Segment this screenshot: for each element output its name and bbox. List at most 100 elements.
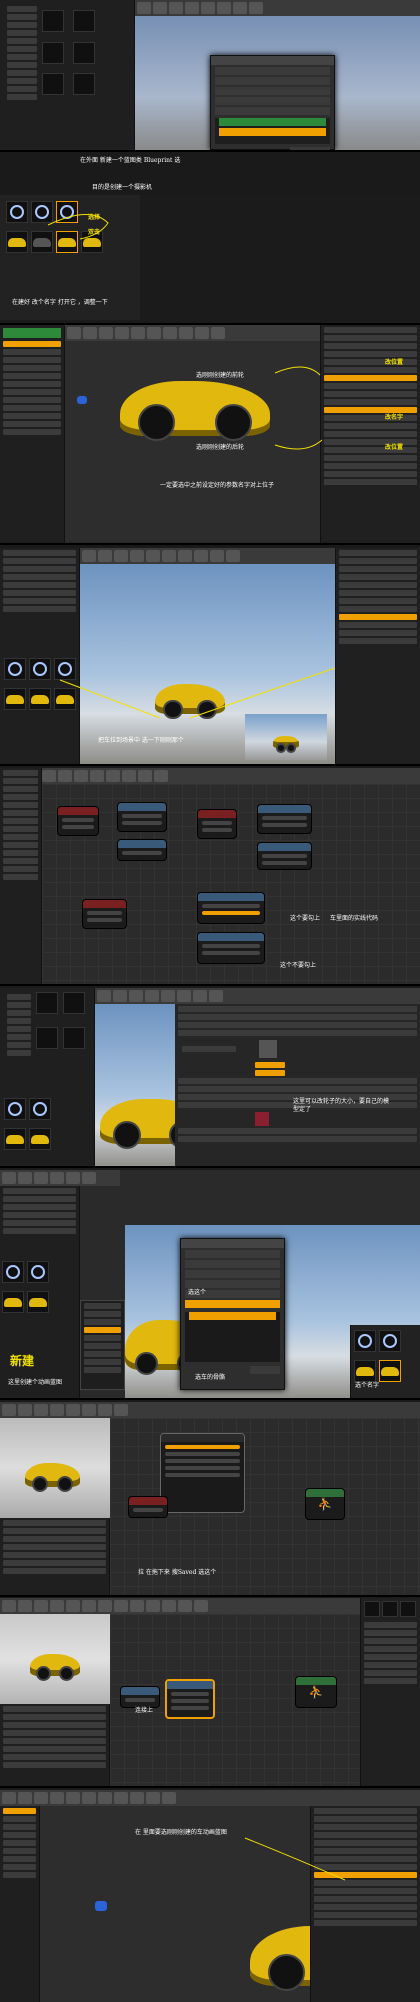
function-node[interactable] [197, 892, 265, 924]
function-node[interactable] [197, 932, 265, 964]
sphere-reflection-icon[interactable] [2, 1261, 24, 1283]
panel-assign-anim-class: 在 里面要选刚刚创建的车动画蓝图 [0, 1790, 420, 2002]
components-panel [0, 1806, 40, 2002]
car-asset-icon[interactable] [354, 1360, 376, 1382]
wheel-class-rear[interactable] [324, 407, 417, 413]
preview-viewport[interactable] [0, 1418, 110, 1518]
sphere-reflection-icon[interactable] [54, 658, 76, 680]
car-asset-icon[interactable] [4, 688, 26, 710]
output-pose-node[interactable]: ⛹ [305, 1488, 345, 1520]
editor-toolbar[interactable] [0, 1402, 420, 1418]
toolbar-icon [217, 2, 231, 14]
input-node[interactable] [57, 806, 99, 836]
sphere-reflection-icon[interactable] [4, 1098, 26, 1120]
my-blueprint-panel [0, 768, 42, 984]
asset-thumbnail[interactable] [73, 73, 95, 96]
editor-toolbar[interactable] [40, 768, 420, 784]
select-button[interactable] [290, 147, 330, 150]
car-asset-icon[interactable] [29, 1128, 51, 1150]
pick-parent-class-dialog[interactable] [210, 55, 335, 150]
output-pose-node[interactable]: ⛹ [295, 1676, 337, 1708]
editor-toolbar[interactable] [95, 988, 420, 1004]
car-mesh[interactable] [120, 381, 270, 441]
selected-class-row[interactable] [219, 128, 326, 136]
function-node[interactable] [117, 839, 167, 861]
sphere-reflection-icon[interactable] [27, 1261, 49, 1283]
material-thumbnail[interactable] [255, 1112, 269, 1126]
car-asset-icon[interactable] [56, 231, 78, 253]
wheel-radius-field[interactable] [255, 1062, 285, 1068]
search-dropdown[interactable] [160, 1433, 245, 1513]
wheel-class-front[interactable] [324, 375, 417, 381]
toolbar-icon [137, 2, 151, 14]
editor-toolbar[interactable] [135, 0, 420, 16]
car-mesh[interactable] [25, 1463, 80, 1492]
car-asset-icon[interactable] [54, 688, 76, 710]
car-asset-icon[interactable] [29, 688, 51, 710]
create-anim-blueprint-dialog[interactable] [180, 1238, 285, 1390]
car-asset-icon[interactable] [379, 1360, 401, 1382]
car-asset-icon[interactable] [2, 1291, 24, 1313]
function-node[interactable] [257, 804, 312, 834]
sphere-reflection-icon[interactable] [4, 658, 26, 680]
sphere-reflection-icon[interactable] [29, 658, 51, 680]
ok-button[interactable] [250, 1366, 280, 1374]
wheel-width-field[interactable] [255, 1070, 285, 1076]
context-menu[interactable] [80, 1300, 125, 1390]
sphere-reflection-icon[interactable] [56, 201, 78, 223]
editor-toolbar[interactable] [0, 1170, 120, 1186]
anim-class-field[interactable] [314, 1872, 417, 1878]
wheel-handler-node[interactable] [165, 1679, 215, 1719]
component-node[interactable] [120, 1686, 160, 1708]
car-mesh[interactable] [250, 1926, 310, 1991]
sphere-reflection-icon[interactable] [6, 201, 28, 223]
function-node[interactable] [257, 842, 312, 870]
asset-thumbnail[interactable] [73, 10, 95, 32]
sphere-reflection-icon[interactable] [379, 1330, 401, 1352]
input-node[interactable] [82, 899, 127, 929]
skeleton-row[interactable] [189, 1312, 276, 1320]
car-asset-icon[interactable] [6, 231, 28, 253]
function-node[interactable] [117, 802, 167, 832]
car-asset-icon[interactable] [4, 1128, 26, 1150]
car-mesh[interactable] [155, 684, 225, 719]
editor-toolbar[interactable] [0, 1790, 420, 1806]
panel-blueprint-class-dialog: 在外面 新建一个蓝图类 Blueprint 选 [0, 0, 420, 152]
asset-thumbnail[interactable] [42, 41, 64, 64]
sphere-reflection-icon[interactable] [354, 1330, 376, 1352]
car-asset-icon[interactable] [27, 1291, 49, 1313]
panel-create-anim-blueprint: 新建 这里创建个动画蓝图 选这个 选车的骨骼 选个名字 [0, 1170, 420, 1400]
asset-thumbnail[interactable] [73, 41, 95, 64]
panel-vehicle-wheels: 选刚刚创建的前轮 选刚刚创建的后轮 一定要选中之前设定好的参数名字对上位子 改位… [0, 325, 420, 545]
preview-window[interactable] [245, 714, 327, 760]
component-node[interactable] [128, 1496, 168, 1518]
anim-graph[interactable]: ⛹ [110, 1614, 360, 1786]
input-node[interactable] [197, 809, 237, 839]
car-mesh[interactable] [100, 1099, 175, 1149]
event-graph[interactable] [42, 784, 420, 984]
car-mesh[interactable] [30, 1654, 80, 1681]
parent-class-row[interactable] [185, 1300, 280, 1308]
preview-viewport[interactable] [0, 1614, 110, 1704]
asset-thumbnail[interactable] [42, 73, 64, 96]
mesh-thumbnail[interactable] [259, 1040, 277, 1058]
class-tree[interactable] [215, 118, 330, 144]
annotation: 把车拉到场景中 选一下刚刚那个 [98, 737, 184, 744]
viewport[interactable] [65, 341, 320, 541]
asset-thumbnail[interactable] [42, 10, 64, 32]
anim-blueprint-item[interactable] [84, 1327, 121, 1333]
sphere-reflection-icon[interactable] [31, 201, 53, 223]
viewport[interactable] [80, 564, 335, 764]
content-browser-panel [0, 0, 135, 150]
camera-icon [95, 1901, 107, 1911]
details-panel [0, 1518, 110, 1595]
auto-possess-setting[interactable] [339, 614, 417, 620]
car-asset-icon[interactable] [31, 231, 53, 253]
sphere-reflection-icon[interactable] [29, 1098, 51, 1120]
character-run-icon: ⛹ [308, 1685, 324, 1699]
editor-toolbar[interactable] [0, 1598, 420, 1614]
viewport[interactable] [95, 1004, 175, 1166]
toolbar-icon [185, 2, 199, 14]
checkbox-checked[interactable] [202, 911, 260, 915]
annotation: 一定要选中之前设定好的参数名字对上位子 [160, 482, 275, 489]
